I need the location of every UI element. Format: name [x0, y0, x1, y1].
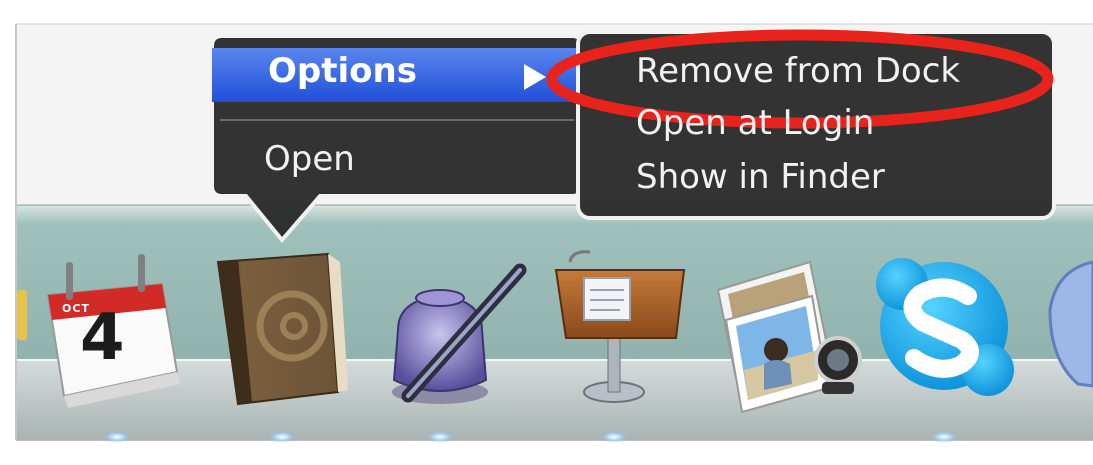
running-indicator-keynote: [600, 431, 628, 443]
running-indicator-skype: [930, 431, 958, 443]
screenshot: Options Open Remove from Dock Open at Lo…: [0, 0, 1093, 465]
partial-left-app-icon: [17, 290, 27, 340]
dock-item-script-editor[interactable]: [390, 256, 526, 406]
running-indicator-address-book: [268, 431, 296, 443]
dock-item-iphoto[interactable]: [714, 258, 864, 408]
running-indicator-script-editor: [426, 431, 454, 443]
menu-item-open[interactable]: [214, 128, 578, 184]
dock-item-skype[interactable]: [876, 256, 1016, 406]
running-indicator-calendar: [103, 431, 131, 443]
dock-item-keynote[interactable]: [552, 248, 688, 408]
dock-item-partial[interactable]: [1046, 260, 1093, 390]
menu-item-options[interactable]: [214, 48, 578, 102]
submenu-item-open-at-login[interactable]: [582, 100, 1050, 150]
submenu-item-remove-from-dock[interactable]: [582, 46, 1050, 98]
submenu-item-show-in-finder[interactable]: [582, 152, 1050, 208]
dock-item-calendar[interactable]: [44, 252, 184, 412]
dock-item-address-book[interactable]: [214, 250, 350, 410]
